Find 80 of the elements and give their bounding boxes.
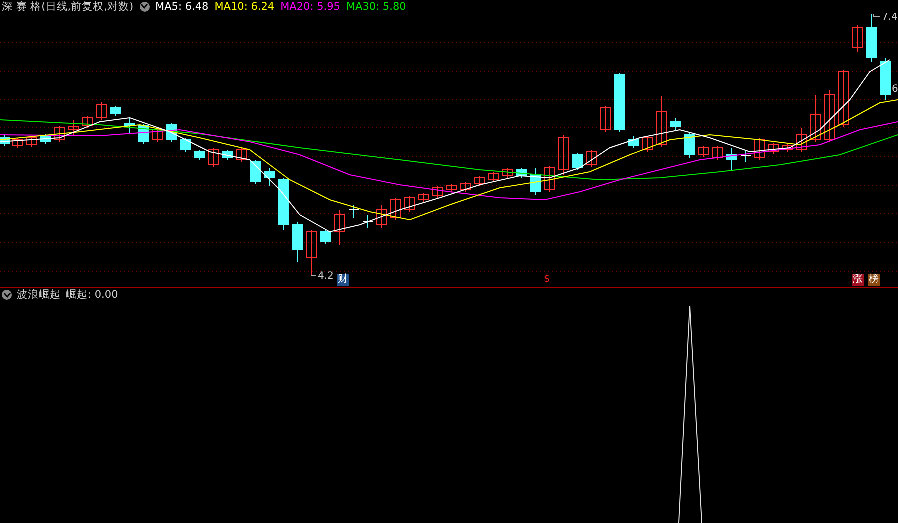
candlestick xyxy=(516,168,528,178)
candlestick xyxy=(348,204,360,218)
candlestick xyxy=(404,196,416,212)
candlestick xyxy=(684,132,696,158)
candlestick xyxy=(656,96,668,148)
candlestick xyxy=(292,222,304,262)
candlestick xyxy=(376,204,388,228)
candlestick xyxy=(586,150,598,168)
candlestick xyxy=(852,24,864,52)
candlestick xyxy=(124,118,136,134)
indicator-name: 波浪崛起 xyxy=(17,288,61,302)
candlestick xyxy=(866,14,878,62)
leader-line xyxy=(874,14,880,18)
candlestick xyxy=(740,150,752,162)
candlestick xyxy=(278,178,290,230)
candlestick xyxy=(838,70,850,128)
candlestick xyxy=(600,106,612,132)
candlestick xyxy=(670,118,682,130)
candlestick xyxy=(320,230,332,244)
candlestick xyxy=(152,128,164,142)
candlestick xyxy=(558,134,570,176)
candlestick xyxy=(306,230,318,276)
candlestick xyxy=(418,192,430,202)
candlestick xyxy=(810,94,822,142)
candlestick xyxy=(222,150,234,160)
candlestick xyxy=(880,58,892,100)
price-label: 4.2 xyxy=(318,271,334,282)
candlestick xyxy=(68,120,80,136)
event-marker[interactable]: 财 xyxy=(337,274,349,286)
candlestick xyxy=(768,142,780,154)
candlestick xyxy=(446,184,458,192)
candlestick xyxy=(432,186,444,198)
event-marker[interactable]: 榜 xyxy=(868,274,880,286)
candlestick xyxy=(82,116,94,128)
candlestick xyxy=(96,102,108,120)
candlestick xyxy=(208,148,220,168)
candlestick xyxy=(712,146,724,160)
candlestick xyxy=(236,148,248,162)
candlestick xyxy=(502,168,514,178)
candlestick xyxy=(334,210,346,246)
event-marker[interactable]: 涨 xyxy=(852,274,864,286)
candlestick xyxy=(40,134,52,144)
candlestick xyxy=(362,214,374,228)
chart-title: 深 赛 格(日线,前复权,对数) xyxy=(2,0,134,14)
candlestick xyxy=(544,166,556,192)
price-label: 6 xyxy=(892,84,898,95)
ma-value: MA30: 5.80 xyxy=(346,0,406,12)
candlestick xyxy=(530,168,542,196)
candlestick xyxy=(264,168,276,186)
candlestick xyxy=(0,134,10,146)
candlestick xyxy=(460,182,472,192)
candlestick xyxy=(390,198,402,220)
event-marker[interactable]: $ xyxy=(543,274,552,286)
candlestick xyxy=(754,138,766,160)
ma-value: MA5: 6.48 xyxy=(156,0,209,12)
candlestick xyxy=(824,90,836,142)
candlestick xyxy=(474,176,486,186)
candlestick xyxy=(488,172,500,182)
candlestick xyxy=(698,146,710,158)
candlestick xyxy=(194,150,206,160)
candlestick xyxy=(796,128,808,152)
price-label: 7.4 xyxy=(882,13,898,23)
candlestick xyxy=(26,136,38,148)
candlestick xyxy=(180,138,192,152)
indicator-reading: 崛起: 0.00 xyxy=(66,288,118,302)
candlestick xyxy=(628,136,640,148)
candlestick xyxy=(572,152,584,170)
leader-line xyxy=(312,274,316,276)
ma-value: MA20: 5.95 xyxy=(280,0,340,12)
chevron-icon[interactable] xyxy=(140,2,150,12)
ma-value: MA10: 6.24 xyxy=(214,0,275,12)
candlestick xyxy=(12,138,24,148)
candlestick xyxy=(726,148,738,170)
chevron-icon[interactable] xyxy=(2,290,12,300)
candlestick xyxy=(110,106,122,116)
candlestick xyxy=(642,136,654,152)
candlestick xyxy=(614,72,626,132)
candlestick xyxy=(250,160,262,184)
candlestick xyxy=(782,144,794,152)
candlestick xyxy=(54,126,66,142)
